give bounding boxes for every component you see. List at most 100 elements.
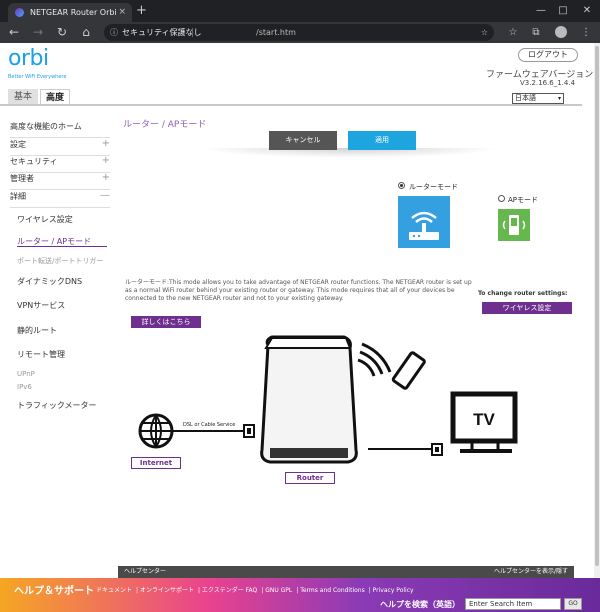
mode-description: ルーターモード:This mode allows you to take adv…: [125, 279, 475, 303]
logo-tagline: Better WiFi Everywhere: [8, 74, 67, 80]
new-tab-icon[interactable]: +: [136, 3, 147, 19]
maximize-icon[interactable]: □: [552, 0, 574, 22]
browser-tab[interactable]: NETGEAR Router Orbi ×: [8, 3, 132, 22]
site-info-icon[interactable]: ⓘ: [110, 24, 118, 41]
footer-link-documentation[interactable]: ドキュメント: [96, 587, 132, 594]
language-value: 日本語: [515, 94, 536, 102]
expand-icon: +: [101, 172, 110, 183]
help-search-label: ヘルプを検索（英語）: [380, 600, 460, 609]
active-item-underline: [17, 246, 107, 247]
sidebar-sub-remote-management[interactable]: リモート管理: [17, 349, 65, 360]
favorites-icon[interactable]: ☆: [505, 24, 521, 41]
expand-icon: +: [101, 155, 110, 166]
tab-basic[interactable]: 基本: [8, 89, 38, 105]
page-title: ルーター / APモード: [123, 120, 207, 130]
ap-mode-radio[interactable]: [498, 195, 505, 202]
collections-icon[interactable]: ⧉: [528, 24, 544, 41]
collapse-icon: —: [100, 190, 110, 201]
router-wifi-icon: [409, 211, 439, 240]
router-mode-icon[interactable]: [398, 196, 450, 248]
footer-link-extender-faq[interactable]: エクステンダー FAQ: [202, 587, 257, 594]
address-bar[interactable]: ⓘ セキュリティ保護なし /start.htm ☆: [104, 24, 494, 41]
close-window-icon[interactable]: ✕: [576, 0, 598, 22]
sidebar-item-label: 詳細: [10, 192, 26, 201]
sidebar-sub-vpn-service[interactable]: VPNサービス: [17, 300, 65, 311]
help-center-label: ヘルプセンター: [124, 568, 167, 575]
dsl-service-label: DSL or Cable Service: [183, 422, 236, 428]
footer-link-privacy[interactable]: Privacy Policy: [373, 587, 414, 594]
sidebar-item-label: 管理者: [10, 174, 34, 183]
apply-button[interactable]: 適用: [348, 131, 416, 150]
footer-link-online-support[interactable]: オンラインサポート: [140, 587, 194, 594]
tab-divider: [0, 104, 582, 106]
close-tab-icon[interactable]: ×: [118, 3, 126, 22]
ap-mode-label: APモード: [508, 196, 539, 204]
help-toggle-link[interactable]: ヘルプセンターを表示/隠す: [494, 566, 568, 578]
firmware-version: V3.2.16.6_1.4.4: [520, 79, 576, 87]
network-diagram: TV: [138, 335, 518, 464]
description-text: This mode allows you to take advantage o…: [125, 279, 472, 302]
sidebar-sub-wireless-settings[interactable]: ワイヤレス設定: [17, 214, 73, 225]
wifi-waves-icon: [361, 342, 392, 373]
browser-tab-title: NETGEAR Router Orbi: [30, 8, 117, 17]
support-footer: ヘルプ＆サポート ドキュメント | オンラインサポート | エクステンダー FAQ |…: [0, 578, 600, 612]
sidebar-sub-port-forwarding: ポート転送/ポートトリガー: [17, 257, 104, 265]
smartphone-icon: [391, 351, 426, 390]
security-label: セキュリティ保護なし: [122, 28, 202, 37]
router-label: Router: [285, 472, 335, 484]
minimize-icon[interactable]: —: [530, 0, 552, 22]
router-mode-radio[interactable]: [398, 182, 405, 189]
address-separator: [192, 28, 193, 37]
sidebar-item-label: 設定: [10, 140, 26, 149]
url-text: /start.htm: [256, 28, 296, 37]
language-select[interactable]: 日本語 ▾: [512, 93, 564, 104]
sidebar-item-label: セキュリティ: [10, 157, 58, 166]
footer-link-gnu-gpl[interactable]: GNU GPL: [265, 587, 292, 594]
help-toggle-arrow-icon[interactable]: [337, 559, 357, 566]
sidebar-sub-ipv6: IPv6: [17, 383, 32, 391]
footer-title: ヘルプ＆サポート: [14, 586, 94, 597]
ap-mode-icon[interactable]: [498, 209, 530, 241]
back-icon[interactable]: ←: [6, 24, 22, 41]
router-mode-label: ルーターモード: [409, 183, 458, 191]
browser-menu-icon[interactable]: ⋮: [578, 24, 594, 41]
learn-more-button[interactable]: 詳しくはこちら: [131, 316, 201, 328]
sidebar-sub-dynamic-dns[interactable]: ダイナミックDNS: [17, 276, 82, 287]
access-point-icon: [502, 215, 526, 235]
sidebar-item-setup[interactable]: 設定 +: [10, 139, 110, 156]
logout-button[interactable]: ログアウト: [518, 48, 578, 62]
footer-link-terms[interactable]: Terms and Conditions: [300, 587, 365, 594]
profile-avatar[interactable]: [555, 26, 567, 38]
help-search-input[interactable]: Enter Search Item: [465, 598, 561, 610]
tab-advanced[interactable]: 高度: [40, 89, 70, 105]
cancel-button[interactable]: キャンセル: [269, 131, 337, 150]
router-device-icon: [260, 335, 358, 464]
change-settings-label: To change router settings:: [478, 290, 568, 297]
scrollbar-thumb[interactable]: [595, 46, 599, 566]
chevron-down-icon: ▾: [557, 95, 561, 102]
sidebar-item-label: 高度な機能のホーム: [10, 122, 82, 131]
browser-tab-strip: NETGEAR Router Orbi × + — □ ✕: [0, 0, 600, 22]
reload-icon[interactable]: ↻: [54, 24, 70, 41]
wireless-settings-button[interactable]: ワイヤレス設定: [482, 302, 572, 314]
netgear-favicon-icon: [15, 8, 24, 17]
expand-icon: +: [101, 138, 110, 149]
footer-links: ドキュメント | オンラインサポート | エクステンダー FAQ | GNU GPL |…: [96, 587, 414, 594]
home-icon[interactable]: ⌂: [78, 24, 94, 41]
orbi-logo: orbi: [8, 46, 49, 71]
sidebar-item-security[interactable]: セキュリティ +: [10, 156, 110, 173]
browser-toolbar: ← → ↻ ⌂ ⓘ セキュリティ保護なし /start.htm ☆ ☆ ⧉ ⋮: [0, 22, 600, 43]
bookmark-star-icon[interactable]: ☆: [481, 24, 488, 41]
sidebar-item-advanced-setup[interactable]: 詳細 —: [10, 191, 110, 208]
sidebar-sub-traffic-meter[interactable]: トラフィックメーター: [17, 400, 97, 411]
tv-label: TV: [473, 410, 495, 429]
sidebar-sub-static-routes[interactable]: 静的ルート: [17, 325, 57, 336]
sidebar-item-advanced-home[interactable]: 高度な機能のホーム: [10, 121, 110, 138]
help-center-bar[interactable]: ヘルプセンター ヘルプセンターを表示/隠す: [118, 566, 574, 578]
forward-icon[interactable]: →: [30, 24, 46, 41]
sidebar-item-administration[interactable]: 管理者 +: [10, 173, 110, 190]
search-go-button[interactable]: GO: [564, 598, 582, 610]
sidebar-sub-upnp: UPnP: [17, 370, 35, 378]
description-term: ルーターモード:: [125, 279, 170, 286]
internet-label: Internet: [131, 457, 181, 469]
